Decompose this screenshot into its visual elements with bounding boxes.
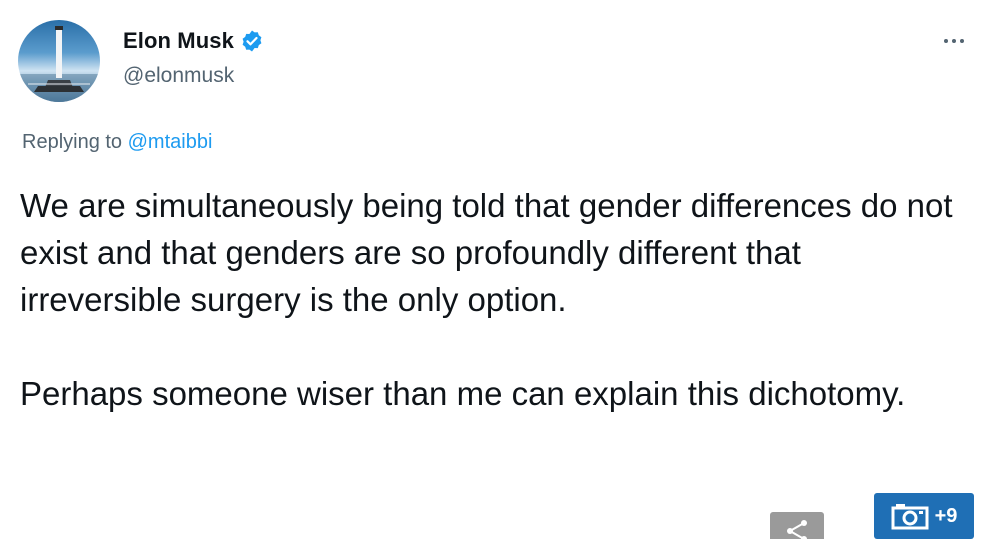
avatar[interactable] (18, 20, 100, 102)
author-display-name[interactable]: Elon Musk (123, 28, 234, 54)
share-icon (787, 520, 807, 539)
gallery-count: +9 (934, 504, 958, 527)
camera-icon (891, 502, 929, 530)
rocket-launch-avatar-icon (18, 26, 100, 102)
verified-badge-icon (240, 29, 264, 53)
tweet-body: We are simultaneously being told that ge… (20, 182, 970, 417)
tweet-paragraph: Perhaps someone wiser than me can explai… (20, 375, 906, 412)
reply-mention-link[interactable]: @mtaibbi (128, 131, 213, 153)
replying-to-line: Replying to @mtaibbi (22, 131, 212, 154)
author-handle[interactable]: @elonmusk (123, 64, 234, 88)
gallery-badge[interactable]: +9 (874, 493, 974, 539)
tweet-card: Elon Musk @elonmusk Replying to @mtaibbi… (0, 0, 984, 539)
more-options-icon[interactable] (944, 36, 972, 46)
author-name-row: Elon Musk (123, 28, 264, 54)
replying-to-label: Replying to (22, 131, 128, 153)
tweet-paragraph: We are simultaneously being told that ge… (20, 187, 953, 318)
share-button[interactable] (770, 512, 824, 539)
